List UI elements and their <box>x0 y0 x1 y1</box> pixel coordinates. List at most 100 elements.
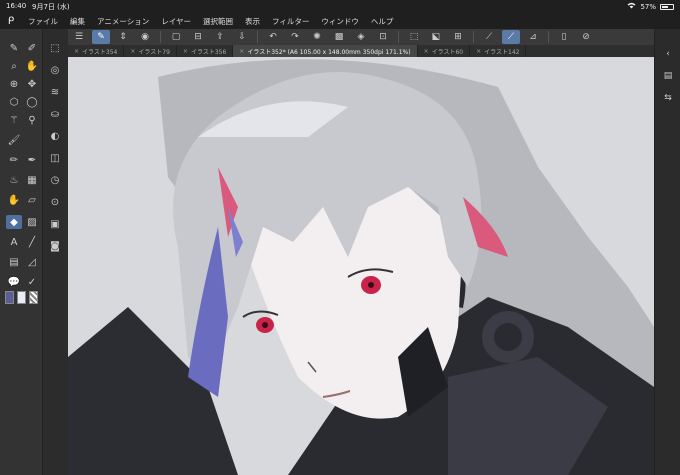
redo-icon[interactable]: ↷ <box>286 30 304 44</box>
lasso-icon[interactable]: ◯ <box>24 95 40 109</box>
eyedropper-icon[interactable]: ⚲ <box>24 113 40 127</box>
search-icon[interactable]: ⊙ <box>47 195 63 209</box>
color-wheel-icon[interactable]: ◐ <box>47 129 63 143</box>
airbrush-icon[interactable]: ♨ <box>6 173 22 187</box>
close-icon[interactable]: × <box>74 48 79 55</box>
invert-selection-icon[interactable]: ⬕ <box>427 30 445 44</box>
selection-pen-icon[interactable]: ⬡ <box>6 95 22 109</box>
battery-icon <box>660 3 674 10</box>
open-file-icon[interactable]: ⊟ <box>189 30 207 44</box>
menu-selection[interactable]: 選択範囲 <box>197 16 239 27</box>
layer-property-icon[interactable]: ≋ <box>47 85 63 99</box>
history-icon[interactable]: ◷ <box>47 173 63 187</box>
text-icon[interactable]: A <box>6 235 22 249</box>
save-icon[interactable]: ⇪ <box>211 30 229 44</box>
tab-document[interactable]: × イラスト79 <box>124 45 177 57</box>
decoration-icon[interactable]: ▦ <box>24 173 40 187</box>
fill-icon[interactable]: ◆ <box>6 215 22 229</box>
tab-label: イラスト79 <box>138 48 170 56</box>
menu-animation[interactable]: アニメーション <box>91 16 155 27</box>
document-tabs: × イラスト354 × イラスト79 × イラスト356 × イラスト352* (A6 … <box>68 45 654 57</box>
divider <box>398 31 399 43</box>
layer-panel-icon[interactable]: ▤ <box>661 71 675 83</box>
menu-edit[interactable]: 編集 <box>64 16 91 27</box>
snap-ruler-icon[interactable]: ⟋ <box>480 30 498 44</box>
right-panel: ‹ ▤ ⇆ <box>654 29 680 475</box>
tab-document[interactable]: × イラスト142 <box>470 45 527 57</box>
hand-icon[interactable]: ✋ <box>24 59 40 73</box>
fill-selection-icon[interactable]: ◈ <box>352 30 370 44</box>
menu-window[interactable]: ウィンドウ <box>315 16 365 27</box>
divider <box>548 31 549 43</box>
tab-label: イラスト60 <box>431 48 464 56</box>
ruler-icon[interactable]: ◿ <box>24 255 40 269</box>
menu-layer[interactable]: レイヤー <box>155 16 197 27</box>
close-icon[interactable]: × <box>130 48 135 55</box>
frame-icon[interactable]: ▤ <box>6 255 22 269</box>
palette-icon[interactable]: ⬚ <box>47 41 63 55</box>
correct-line-icon[interactable]: ✓ <box>24 275 40 289</box>
menu-help[interactable]: ヘルプ <box>365 16 400 27</box>
sub-tool-palette: ⬚ ◎ ≋ ⛀ ◐ ◫ ◷ ⊙ ▣ ◙ <box>42 29 68 475</box>
smart-edit-icon[interactable]: ⊘ <box>577 30 595 44</box>
date: 9月7日 (水) <box>32 3 70 11</box>
close-icon[interactable]: × <box>424 48 429 55</box>
close-icon[interactable]: × <box>239 48 244 55</box>
tab-document-active[interactable]: × イラスト352* (A6 105.00 x 148.00mm 350dpi 1… <box>233 45 418 57</box>
command-bar: ☰ ✎ ⇕ ◉ ▢ ⊟ ⇪ ⇩ ↶ ↷ ✺ ▩ ◈ ⊡ ⬚ ⬕ ⊞ ⟋ ⟋ ⊿ … <box>68 29 654 45</box>
fill-bucket-icon[interactable]: ⛀ <box>47 107 63 121</box>
color-mixer-icon[interactable]: ◉ <box>136 30 154 44</box>
chevron-up-down-icon[interactable]: ⇕ <box>114 30 132 44</box>
device-icon[interactable]: ▯ <box>555 30 573 44</box>
figure-icon[interactable]: ╱ <box>24 235 40 249</box>
export-icon[interactable]: ⇩ <box>233 30 251 44</box>
divider <box>257 31 258 43</box>
undo-icon[interactable]: ↶ <box>264 30 282 44</box>
main-color-swatch[interactable] <box>5 291 14 304</box>
gradient-icon[interactable]: ▨ <box>24 215 40 229</box>
divider <box>160 31 161 43</box>
pen-alt-icon[interactable]: ✐ <box>24 41 40 55</box>
move-icon[interactable]: ✥ <box>24 77 40 91</box>
fill-layer-icon[interactable]: ▩ <box>330 30 348 44</box>
deselect-icon[interactable]: ⬚ <box>405 30 423 44</box>
marker-icon[interactable]: ✒ <box>24 153 40 167</box>
snap-special-icon[interactable]: ⟋ <box>502 30 520 44</box>
magic-wand-icon[interactable]: ⚚ <box>6 113 22 127</box>
operation-icon[interactable]: ⊕ <box>6 77 22 91</box>
tab-document[interactable]: × イラスト356 <box>177 45 234 57</box>
snap-icon[interactable]: ⊞ <box>449 30 467 44</box>
menu-filter[interactable]: フィルター <box>266 16 315 27</box>
menu-icon[interactable]: ☰ <box>70 30 88 44</box>
material-icon[interactable]: ◫ <box>47 151 63 165</box>
snap-grid-icon[interactable]: ⊿ <box>524 30 542 44</box>
sub-color-swatch[interactable] <box>17 291 26 304</box>
eraser-icon[interactable]: ▱ <box>24 193 40 207</box>
pen-tool-icon[interactable]: ✎ <box>92 30 110 44</box>
tab-document[interactable]: × イラスト60 <box>418 45 471 57</box>
tab-document[interactable]: × イラスト354 <box>68 45 125 57</box>
close-icon[interactable]: × <box>476 48 481 55</box>
transform-icon[interactable]: ⊡ <box>374 30 392 44</box>
balloon-icon[interactable]: 💬 <box>6 275 22 289</box>
clear-icon[interactable]: ✺ <box>308 30 326 44</box>
tab-label: イラスト356 <box>190 48 227 56</box>
close-icon[interactable]: × <box>183 48 188 55</box>
zoom-icon[interactable]: ⌕ <box>6 59 22 73</box>
app-logo-icon[interactable]: ᑭ <box>0 16 22 27</box>
sub-view-icon[interactable]: ▣ <box>47 217 63 231</box>
drawing-canvas[interactable] <box>68 57 654 475</box>
new-file-icon[interactable]: ▢ <box>167 30 185 44</box>
panel-collapse-icon[interactable]: ‹ <box>661 49 675 61</box>
navigator-icon[interactable]: ◎ <box>47 63 63 77</box>
blend-icon[interactable]: ✋ <box>6 193 22 207</box>
brush-icon[interactable]: 🖌 <box>6 133 22 147</box>
pencil-icon[interactable]: ✏ <box>6 153 22 167</box>
camera-icon[interactable]: ◙ <box>47 239 63 253</box>
transparent-color-swatch[interactable] <box>29 291 38 304</box>
layer-search-icon[interactable]: ⇆ <box>661 93 675 105</box>
menu-view[interactable]: 表示 <box>239 16 266 27</box>
pen-icon[interactable]: ✎ <box>6 41 22 55</box>
menu-bar: ᑭ ファイル 編集 アニメーション レイヤー 選択範囲 表示 フィルター ウィン… <box>0 13 680 29</box>
menu-file[interactable]: ファイル <box>22 16 64 27</box>
